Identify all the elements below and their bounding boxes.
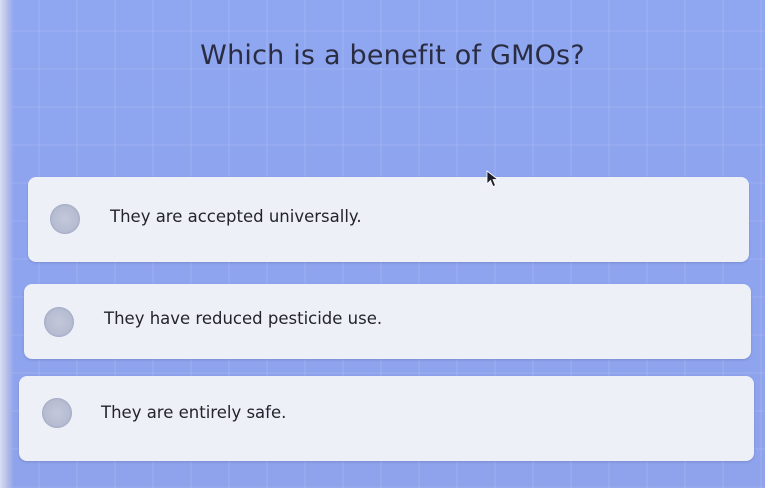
radio-button-icon[interactable]	[42, 398, 72, 428]
answer-option-label: They have reduced pesticide use.	[104, 309, 383, 328]
radio-button-icon[interactable]	[50, 204, 80, 234]
answer-option-label: They are accepted universally.	[110, 207, 362, 226]
answer-option-label: They are entirely safe.	[101, 403, 287, 422]
answer-option-2[interactable]: They have reduced pesticide use.	[24, 284, 751, 359]
answer-option-3[interactable]: They are entirely safe.	[19, 376, 754, 461]
question-text: Which is a benefit of GMOs?	[200, 40, 585, 71]
radio-button-icon[interactable]	[44, 307, 74, 337]
mouse-pointer-icon	[486, 170, 500, 188]
screen-edge	[0, 0, 14, 488]
answer-option-1[interactable]: They are accepted universally.	[28, 177, 749, 262]
